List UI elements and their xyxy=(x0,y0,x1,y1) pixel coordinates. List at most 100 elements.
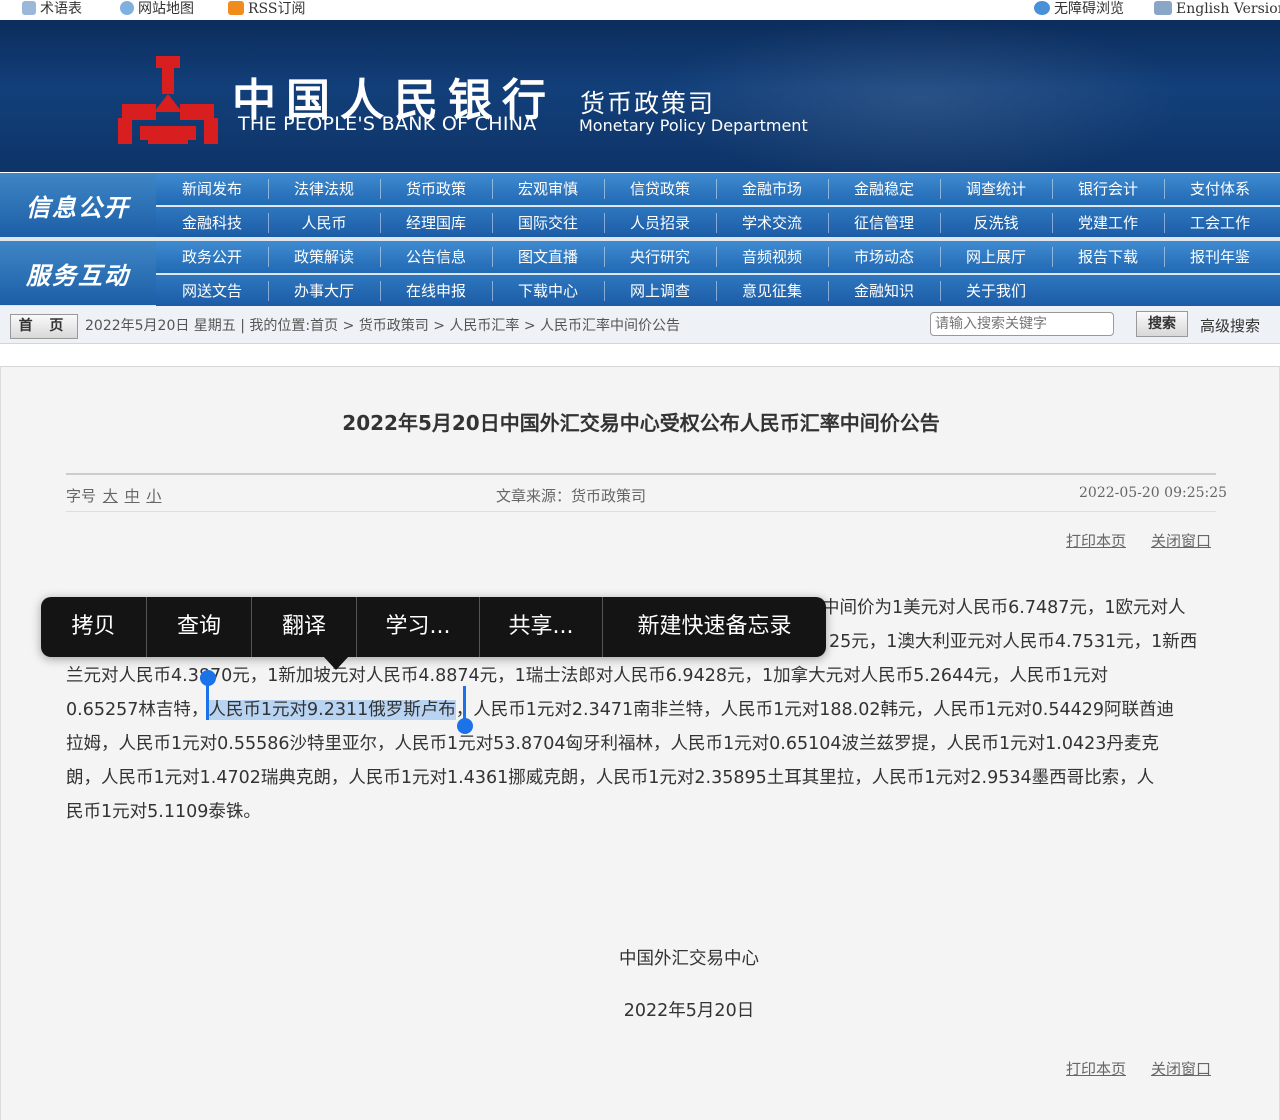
nav-row-4: 网送文告 办事大厅 在线申报 下载中心 网上调查 意见征集 金融知识 关于我们 xyxy=(156,275,1280,306)
nav-item[interactable]: 金融知识 xyxy=(828,275,940,307)
nav-separator xyxy=(828,247,829,267)
nav-item[interactable]: 信贷政策 xyxy=(604,173,716,205)
nav-item[interactable]: 支付体系 xyxy=(1164,173,1276,205)
advanced-search-link[interactable]: 高级搜索 xyxy=(1200,315,1260,336)
nav-item[interactable]: 办事大厅 xyxy=(268,275,380,307)
search-button[interactable]: 搜索 xyxy=(1136,311,1188,337)
divider xyxy=(66,473,1216,475)
article-source: 文章来源：货币政策司 xyxy=(496,487,647,505)
nav-separator xyxy=(716,213,717,233)
glossary-icon xyxy=(22,1,36,15)
lookup-menu-item[interactable]: 查询 xyxy=(147,597,251,657)
nav-item[interactable]: 货币政策 xyxy=(380,173,492,205)
rss-link[interactable]: RSS订阅 xyxy=(228,0,305,20)
nav-item[interactable]: 工会工作 xyxy=(1164,207,1276,239)
nav-separator xyxy=(604,213,605,233)
search-input[interactable] xyxy=(930,312,1114,336)
nav-item[interactable]: 网上展厅 xyxy=(940,241,1052,273)
close-window-link[interactable]: 关闭窗口 xyxy=(1151,530,1211,551)
selected-text[interactable]: 人民币1元对9.2311俄罗斯卢布 xyxy=(208,700,456,720)
font-size-medium[interactable]: 中 xyxy=(125,487,140,505)
font-size-small[interactable]: 小 xyxy=(146,487,161,505)
body-line: 中间价为1美元对人民币6.7487元，1欧元对人 xyxy=(822,598,1186,618)
selection-start-bar xyxy=(206,680,209,720)
nav-separator xyxy=(940,179,941,199)
globe-icon xyxy=(120,1,134,15)
nav-item[interactable]: 征信管理 xyxy=(828,207,940,239)
divider xyxy=(66,511,1216,512)
nav-item[interactable]: 学术交流 xyxy=(716,207,828,239)
breadcrumb: 2022年5月20日 星期五 | 我的位置:首页 > 货币政策司 > 人民币汇率… xyxy=(85,318,681,334)
nav-separator xyxy=(268,213,269,233)
font-size-switcher: 字号 大 中 小 xyxy=(66,485,161,506)
context-menu-arrow xyxy=(323,656,349,670)
nav-item[interactable]: 报刊年鉴 xyxy=(1164,241,1276,273)
nav-separator xyxy=(268,179,269,199)
sitemap-link[interactable]: 网站地图 xyxy=(120,0,194,20)
nav-item[interactable]: 网上调查 xyxy=(604,275,716,307)
nav-item[interactable]: 人员招录 xyxy=(604,207,716,239)
nav-label-info: 信息公开 xyxy=(0,173,156,237)
top-utility-bar: 术语表 网站地图 RSS订阅 无障碍浏览 English Version xyxy=(0,0,1280,20)
nav-item[interactable]: 国际交往 xyxy=(492,207,604,239)
accessibility-link[interactable]: 无障碍浏览 xyxy=(1034,0,1124,20)
nav-separator xyxy=(380,247,381,267)
home-button[interactable]: 首 页 xyxy=(10,314,78,339)
nav-item[interactable]: 报告下载 xyxy=(1052,241,1164,273)
nav-row-1: 新闻发布 法律法规 货币政策 宏观审慎 信贷政策 金融市场 金融稳定 调查统计 银行会计 支付体系 xyxy=(156,173,1280,205)
nav-item[interactable]: 经理国库 xyxy=(380,207,492,239)
nav-item[interactable]: 关于我们 xyxy=(940,275,1052,307)
nav-separator xyxy=(604,281,605,301)
copy-menu-item[interactable]: 拷贝 xyxy=(41,597,146,657)
nav-separator xyxy=(492,213,493,233)
nav-separator xyxy=(940,281,941,301)
english-version-link[interactable]: English Version xyxy=(1154,0,1280,20)
nav-item[interactable]: 在线申报 xyxy=(380,275,492,307)
nav-item[interactable]: 新闻发布 xyxy=(156,173,268,205)
nav-item[interactable]: 央行研究 xyxy=(604,241,716,273)
nav-item[interactable]: 市场动态 xyxy=(828,241,940,273)
nav-item[interactable]: 宏观审慎 xyxy=(492,173,604,205)
nav-item[interactable]: 网送文告 xyxy=(156,275,268,307)
department-name-cn: 货币政策司 xyxy=(580,89,716,118)
header-banner: 中国人民银行 THE PEOPLE'S BANK OF CHINA 货币政策司 … xyxy=(0,20,1280,172)
rss-icon xyxy=(228,1,244,15)
print-page-link-bottom[interactable]: 打印本页 xyxy=(1066,1058,1126,1079)
nav-item[interactable]: 人民币 xyxy=(268,207,380,239)
nav-item[interactable]: 音频视频 xyxy=(716,241,828,273)
nav-item[interactable]: 金融科技 xyxy=(156,207,268,239)
nav-separator xyxy=(828,213,829,233)
close-window-link-bottom[interactable]: 关闭窗口 xyxy=(1151,1058,1211,1079)
translate-menu-item[interactable]: 翻译 xyxy=(252,597,356,657)
print-page-link[interactable]: 打印本页 xyxy=(1066,530,1126,551)
nav-separator xyxy=(604,247,605,267)
nav-item[interactable]: 法律法规 xyxy=(268,173,380,205)
nav-label-service: 服务互动 xyxy=(0,241,156,305)
nav-item[interactable]: 图文直播 xyxy=(492,241,604,273)
font-size-large[interactable]: 大 xyxy=(103,487,118,505)
nav-separator xyxy=(716,247,717,267)
selection-end-handle[interactable] xyxy=(457,718,473,734)
glossary-link[interactable]: 术语表 xyxy=(22,0,82,20)
pboc-logo-icon[interactable] xyxy=(118,56,218,146)
nav-item[interactable]: 金融市场 xyxy=(716,173,828,205)
nav-item[interactable]: 银行会计 xyxy=(1052,173,1164,205)
body-line: 朗，人民币1元对1.4702瑞典克朗，人民币1元对1.4361挪威克朗，人民币1… xyxy=(66,768,1155,788)
nav-item[interactable]: 调查统计 xyxy=(940,173,1052,205)
nav-item[interactable]: 政务公开 xyxy=(156,241,268,273)
nav-separator xyxy=(828,281,829,301)
nav-item[interactable]: 政策解读 xyxy=(268,241,380,273)
body-line: 拉姆，人民币1元对0.55586沙特里亚尔，人民币1元对53.8704匈牙利福林… xyxy=(66,734,1159,754)
nav-item[interactable]: 金融稳定 xyxy=(828,173,940,205)
body-line: 0.65257林吉特，人民币1元对9.2311俄罗斯卢布，人民币1元对2.347… xyxy=(66,693,1174,727)
nav-item[interactable]: 下载中心 xyxy=(492,275,604,307)
learn-menu-item[interactable]: 学习... xyxy=(357,597,479,657)
new-quick-note-menu-item[interactable]: 新建快速备忘录 xyxy=(603,597,826,657)
share-menu-item[interactable]: 共享... xyxy=(480,597,602,657)
nav-item[interactable]: 反洗钱 xyxy=(940,207,1052,239)
nav-item[interactable]: 党建工作 xyxy=(1052,207,1164,239)
nav-separator xyxy=(1052,247,1053,267)
text-context-menu: 拷贝 查询 翻译 学习... 共享... 新建快速备忘录 xyxy=(41,597,826,657)
nav-item[interactable]: 意见征集 xyxy=(716,275,828,307)
nav-item[interactable]: 公告信息 xyxy=(380,241,492,273)
